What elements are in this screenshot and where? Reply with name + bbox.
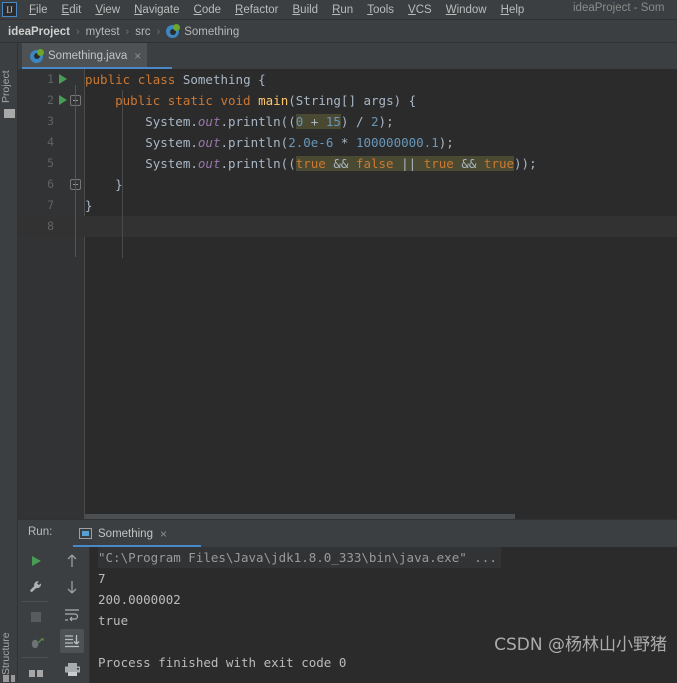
play-icon — [32, 556, 41, 566]
console-line: 7 — [98, 571, 106, 586]
console-line: 200.0000002 — [98, 592, 181, 607]
toolbar-separator — [22, 601, 48, 602]
up-button[interactable] — [60, 549, 84, 573]
run-tab-something[interactable]: Something × — [73, 520, 175, 547]
intellij-idea-window: IJ File Edit View Navigate Code Refactor Build… — [0, 0, 677, 683]
layout-button[interactable] — [24, 661, 48, 683]
breadcrumb-item-module[interactable]: mytest — [86, 26, 120, 38]
run-gutter-icon[interactable] — [59, 95, 67, 105]
line-number: 8 — [47, 219, 54, 233]
stop-square-icon — [31, 612, 41, 622]
menu-bar: IJ File Edit View Navigate Code Refactor Build… — [0, 0, 677, 20]
menu-item-code[interactable]: Code — [187, 2, 229, 18]
line-number: 5 — [47, 156, 54, 170]
left-tool-stripe: Project Structure — [0, 43, 18, 683]
menu-item-vcs[interactable]: VCS — [401, 2, 439, 18]
console-line: "C:\Program Files\Java\jdk1.8.0_333\bin\… — [98, 547, 501, 568]
print-button[interactable] — [60, 657, 84, 681]
close-icon[interactable]: × — [160, 527, 167, 541]
intellij-idea-logo-icon: IJ — [2, 2, 17, 17]
csdn-watermark: CSDN @杨林山小野猪 — [494, 635, 667, 655]
code-line-2: public static void main(String[] args) { — [115, 93, 417, 108]
menu-item-window[interactable]: Window — [439, 2, 494, 18]
tab-something-java[interactable]: Something.java × — [22, 43, 148, 69]
soft-wrap-icon — [65, 609, 79, 622]
line-number: 6 — [47, 177, 54, 191]
soft-wrap-button[interactable] — [60, 603, 84, 627]
run-gutter-icon[interactable] — [59, 74, 67, 84]
menu-item-tools[interactable]: Tools — [360, 2, 401, 18]
line-number: 4 — [47, 135, 54, 149]
line-number: 7 — [47, 198, 54, 212]
arrow-down-icon — [67, 581, 77, 594]
menu-item-refactor[interactable]: Refactor — [228, 2, 285, 18]
line-number: 3 — [47, 114, 54, 128]
arrow-up-icon — [67, 554, 77, 567]
menu-item-run[interactable]: Run — [325, 2, 360, 18]
tab-label: Something.java — [48, 50, 128, 62]
breadcrumb-item-project[interactable]: ideaProject — [8, 26, 70, 38]
breadcrumb-separator: › — [76, 25, 80, 38]
project-tool-icon — [4, 109, 15, 118]
settings-button[interactable] — [24, 575, 48, 599]
scroll-to-end-button[interactable] — [60, 629, 84, 653]
window-title: ideaProject - Som — [573, 2, 665, 14]
rerun-button[interactable] — [24, 549, 48, 573]
breadcrumb: ideaProject › mytest › src › Something — [0, 21, 677, 43]
printer-icon — [64, 662, 80, 676]
menu-item-file[interactable]: File — [22, 2, 55, 18]
sidebar-item-project[interactable]: Project — [0, 47, 18, 103]
code-line-4: System.out.println(2.0e-6 * 100000000.1)… — [85, 135, 454, 150]
editor-line-row: 7 — [18, 195, 677, 216]
console-line: true — [98, 613, 129, 628]
run-tab-label: Something — [98, 527, 153, 540]
line-number: 2 — [47, 93, 54, 107]
menu-item-help[interactable]: Help — [494, 2, 532, 18]
stop-button[interactable] — [24, 605, 48, 629]
down-button[interactable] — [60, 575, 84, 599]
code-line-7: } — [85, 198, 93, 213]
console-output[interactable]: "C:\Program Files\Java\jdk1.8.0_333\bin\… — [90, 547, 677, 683]
structure-tool-icon — [3, 675, 15, 682]
layout-icon — [29, 669, 43, 677]
run-toolbar-left — [18, 547, 54, 683]
breadcrumb-item-src[interactable]: src — [135, 26, 150, 38]
console-line: Process finished with exit code 0 — [98, 655, 347, 670]
menu-item-navigate[interactable]: Navigate — [127, 2, 186, 18]
code-line-6: } — [85, 177, 123, 192]
code-line-3: System.out.println((0 + 15) / 2); — [85, 114, 394, 129]
console-icon — [79, 528, 92, 539]
breadcrumb-separator: › — [156, 25, 161, 38]
java-class-icon — [30, 48, 44, 63]
bug-icon — [31, 637, 44, 648]
editor-line-row: 8 — [18, 216, 677, 237]
fold-connector-line — [75, 85, 76, 257]
toolbar-separator — [22, 657, 48, 658]
menu-item-edit[interactable]: Edit — [55, 2, 89, 18]
editor-tab-bar: Something.java × — [18, 43, 677, 69]
sidebar-item-structure[interactable]: Structure — [0, 609, 18, 675]
run-panel-label: Run: — [28, 526, 53, 538]
menu-item-build[interactable]: Build — [286, 2, 326, 18]
debug-button[interactable] — [24, 631, 48, 655]
code-line-5: System.out.println((true && false || tru… — [85, 156, 537, 171]
run-tab-bar: Run: Something × — [18, 520, 677, 547]
java-class-icon — [166, 24, 181, 38]
menu-item-view[interactable]: View — [88, 2, 127, 18]
run-tool-window: Run: Something × "C:\Program Files\Java\… — [18, 519, 677, 683]
scroll-to-end-icon — [65, 635, 80, 648]
breadcrumb-separator: › — [125, 25, 130, 38]
wrench-icon — [29, 580, 41, 592]
breadcrumb-item-class[interactable]: Something — [184, 26, 239, 38]
line-number: 1 — [47, 72, 54, 86]
code-editor[interactable]: 1 2 3 4 5 6 7 8 public class Something { public… — [18, 69, 677, 519]
code-line-1: public class Something { — [85, 72, 266, 87]
run-toolbar-right — [54, 547, 90, 683]
close-icon[interactable]: × — [134, 50, 141, 62]
